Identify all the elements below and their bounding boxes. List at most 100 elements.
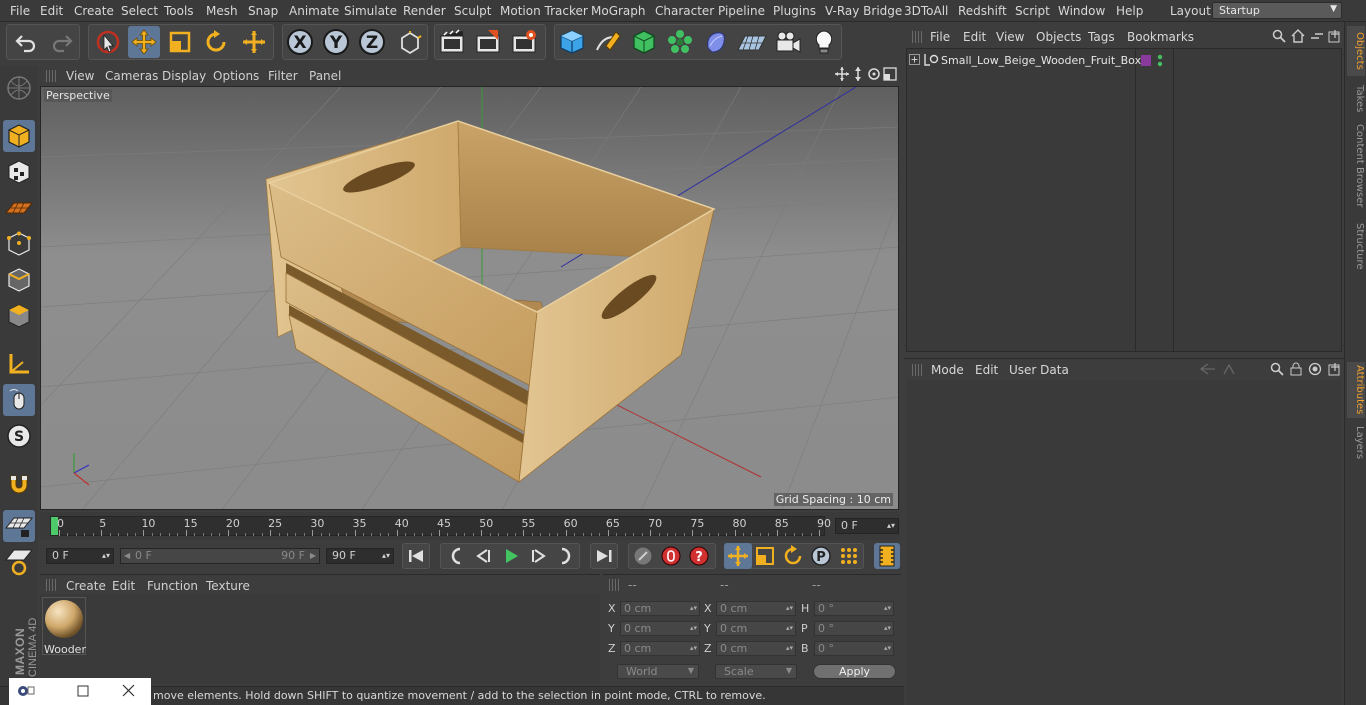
visibility-dots-icon[interactable] bbox=[1157, 54, 1163, 70]
workplane-lock-icon[interactable] bbox=[3, 510, 35, 542]
live-selection-icon[interactable] bbox=[92, 26, 124, 58]
tab-structure[interactable]: Structure bbox=[1347, 218, 1365, 274]
link-icon[interactable] bbox=[1310, 29, 1324, 46]
attributes-menu-user-data[interactable]: User Data bbox=[1009, 363, 1069, 377]
floor-icon[interactable] bbox=[736, 26, 768, 58]
coord-value-field[interactable]: 0 ° ▴▾ bbox=[814, 621, 894, 636]
coordinate-system-icon[interactable] bbox=[394, 26, 426, 58]
keyframe-selection-button[interactable]: ? bbox=[686, 544, 712, 571]
coord-value-field[interactable]: 0 ° ▴▾ bbox=[814, 601, 894, 616]
grip-icon[interactable] bbox=[46, 579, 56, 591]
current-frame-field[interactable]: 0 F ▴▾ bbox=[835, 518, 899, 534]
edit-render-settings-icon[interactable] bbox=[508, 26, 540, 58]
tab-content-browser[interactable]: Content Browser bbox=[1347, 122, 1365, 210]
edges-mode-icon[interactable] bbox=[3, 264, 35, 296]
material-menu-texture[interactable]: Texture bbox=[206, 579, 250, 593]
play-button[interactable] bbox=[498, 544, 524, 571]
objects-menu-bookmarks[interactable]: Bookmarks bbox=[1127, 30, 1194, 44]
objects-menu-view[interactable]: View bbox=[996, 30, 1024, 44]
up-arrow-icon[interactable] bbox=[1222, 363, 1236, 378]
cube-icon[interactable] bbox=[556, 26, 588, 58]
menu-animate[interactable]: Animate bbox=[289, 4, 339, 18]
expand-icon[interactable] bbox=[909, 54, 920, 68]
menu-create[interactable]: Create bbox=[74, 4, 114, 18]
coord-value-field[interactable]: 0 cm ▴▾ bbox=[620, 621, 700, 636]
tab-layers[interactable]: Layers bbox=[1347, 424, 1365, 462]
model-mode-icon[interactable] bbox=[3, 120, 35, 152]
tab-objects[interactable]: Objects bbox=[1347, 26, 1365, 76]
record-keys-button[interactable] bbox=[630, 544, 656, 571]
make-editable-icon[interactable] bbox=[3, 72, 35, 104]
menu-help[interactable]: Help bbox=[1116, 4, 1143, 18]
viewport-menu-filter[interactable]: Filter bbox=[268, 69, 298, 83]
stepper-icon[interactable]: ▴▾ bbox=[690, 622, 697, 635]
viewport-menu-display[interactable]: Display bbox=[162, 69, 206, 83]
scale-icon[interactable] bbox=[164, 26, 196, 58]
menu-snap[interactable]: Snap bbox=[248, 4, 278, 18]
key-scale-button[interactable] bbox=[752, 544, 778, 571]
end-frame-field[interactable]: 90 F ▴▾ bbox=[326, 548, 394, 564]
frame-range-slider[interactable]: ◀ 0 F 90 F ▶ bbox=[120, 548, 320, 564]
menu-mesh[interactable]: Mesh bbox=[206, 4, 238, 18]
menu-tools[interactable]: Tools bbox=[164, 4, 194, 18]
viewport-menu-view[interactable]: View bbox=[66, 69, 94, 83]
subdivision-icon[interactable] bbox=[628, 26, 660, 58]
new-window-icon[interactable] bbox=[1328, 29, 1342, 46]
viewport-rotate-icon[interactable] bbox=[867, 67, 881, 84]
stepper-icon[interactable]: ▴▾ bbox=[786, 602, 793, 615]
perspective-viewport[interactable]: Perspective Grid Spacing : 10 cm bbox=[40, 86, 899, 510]
menu-file[interactable]: File bbox=[10, 4, 30, 18]
coordinate-mode-dropdown[interactable]: World ▼ bbox=[617, 664, 699, 679]
menu-sculpt[interactable]: Sculpt bbox=[454, 4, 491, 18]
search-icon[interactable] bbox=[1270, 362, 1284, 379]
move-icon[interactable] bbox=[128, 26, 160, 58]
go-to-end-button[interactable] bbox=[590, 543, 618, 569]
menu-3dtoall[interactable]: 3DToAll bbox=[904, 4, 948, 18]
menu-pipeline[interactable]: Pipeline bbox=[718, 4, 765, 18]
viewport-menu-cameras[interactable]: Cameras bbox=[105, 69, 158, 83]
objects-menu-objects[interactable]: Objects bbox=[1036, 30, 1081, 44]
size-mode-dropdown[interactable]: Scale ▼ bbox=[715, 664, 797, 679]
snapping-icon[interactable] bbox=[3, 468, 35, 500]
tab-takes[interactable]: Takes bbox=[1347, 82, 1365, 116]
grip-icon[interactable] bbox=[609, 579, 619, 591]
material-swatch[interactable]: Wooden bbox=[42, 597, 86, 656]
home-icon[interactable] bbox=[1291, 29, 1305, 46]
stepper-icon[interactable]: ▴▾ bbox=[786, 622, 793, 635]
menu-simulate[interactable]: Simulate bbox=[344, 4, 397, 18]
coord-value-field[interactable]: 0 cm ▴▾ bbox=[716, 601, 796, 616]
redo-icon[interactable] bbox=[46, 26, 78, 58]
key-position-button[interactable] bbox=[724, 543, 752, 569]
layer-color-swatch[interactable] bbox=[1141, 55, 1151, 66]
attributes-menu-mode[interactable]: Mode bbox=[931, 363, 964, 377]
viewport-menu-options[interactable]: Options bbox=[213, 69, 259, 83]
pen-icon[interactable] bbox=[592, 26, 624, 58]
autokey-button[interactable] bbox=[658, 544, 684, 571]
apply-button[interactable]: Apply bbox=[813, 664, 896, 679]
layout-dropdown[interactable]: Startup ▼ bbox=[1212, 2, 1342, 19]
go-to-start-button[interactable] bbox=[402, 543, 430, 569]
grip-icon[interactable] bbox=[46, 70, 56, 82]
cloner-icon[interactable] bbox=[664, 26, 696, 58]
timeline-ruler[interactable]: 0 5 10 15 20 25 30 35 40 45 50 55 60 65 70 75 80 85 90 0 F… bbox=[40, 512, 900, 540]
recent-tool-icon[interactable] bbox=[238, 26, 270, 58]
camera-icon[interactable] bbox=[772, 26, 804, 58]
points-mode-icon[interactable] bbox=[3, 228, 35, 260]
tab-attributes[interactable]: Attributes bbox=[1347, 362, 1365, 418]
coord-value-field[interactable]: 0 cm ▴▾ bbox=[716, 641, 796, 656]
objects-menu-file[interactable]: File bbox=[930, 30, 950, 44]
target-icon[interactable] bbox=[1308, 362, 1322, 379]
coord-value-field[interactable]: 0 cm ▴▾ bbox=[620, 641, 700, 656]
texture-mode-icon[interactable] bbox=[3, 156, 35, 188]
key-rotation-button[interactable] bbox=[780, 544, 806, 571]
material-menu-edit[interactable]: Edit bbox=[112, 579, 135, 593]
stepper-icon[interactable]: ▴▾ bbox=[690, 602, 697, 615]
viewport-toggle-icon[interactable] bbox=[883, 67, 897, 84]
stepper-icon[interactable]: ▴▾ bbox=[884, 602, 891, 615]
stepper-icon[interactable]: ▴▾ bbox=[884, 642, 891, 655]
lock-icon[interactable] bbox=[1290, 362, 1302, 379]
fruit-box-model[interactable] bbox=[265, 120, 716, 483]
coord-value-field[interactable]: 0 cm ▴▾ bbox=[716, 621, 796, 636]
solo-mode-icon[interactable]: S bbox=[3, 420, 35, 452]
menu-vray-bridge[interactable]: V-Ray Bridge bbox=[825, 4, 902, 18]
